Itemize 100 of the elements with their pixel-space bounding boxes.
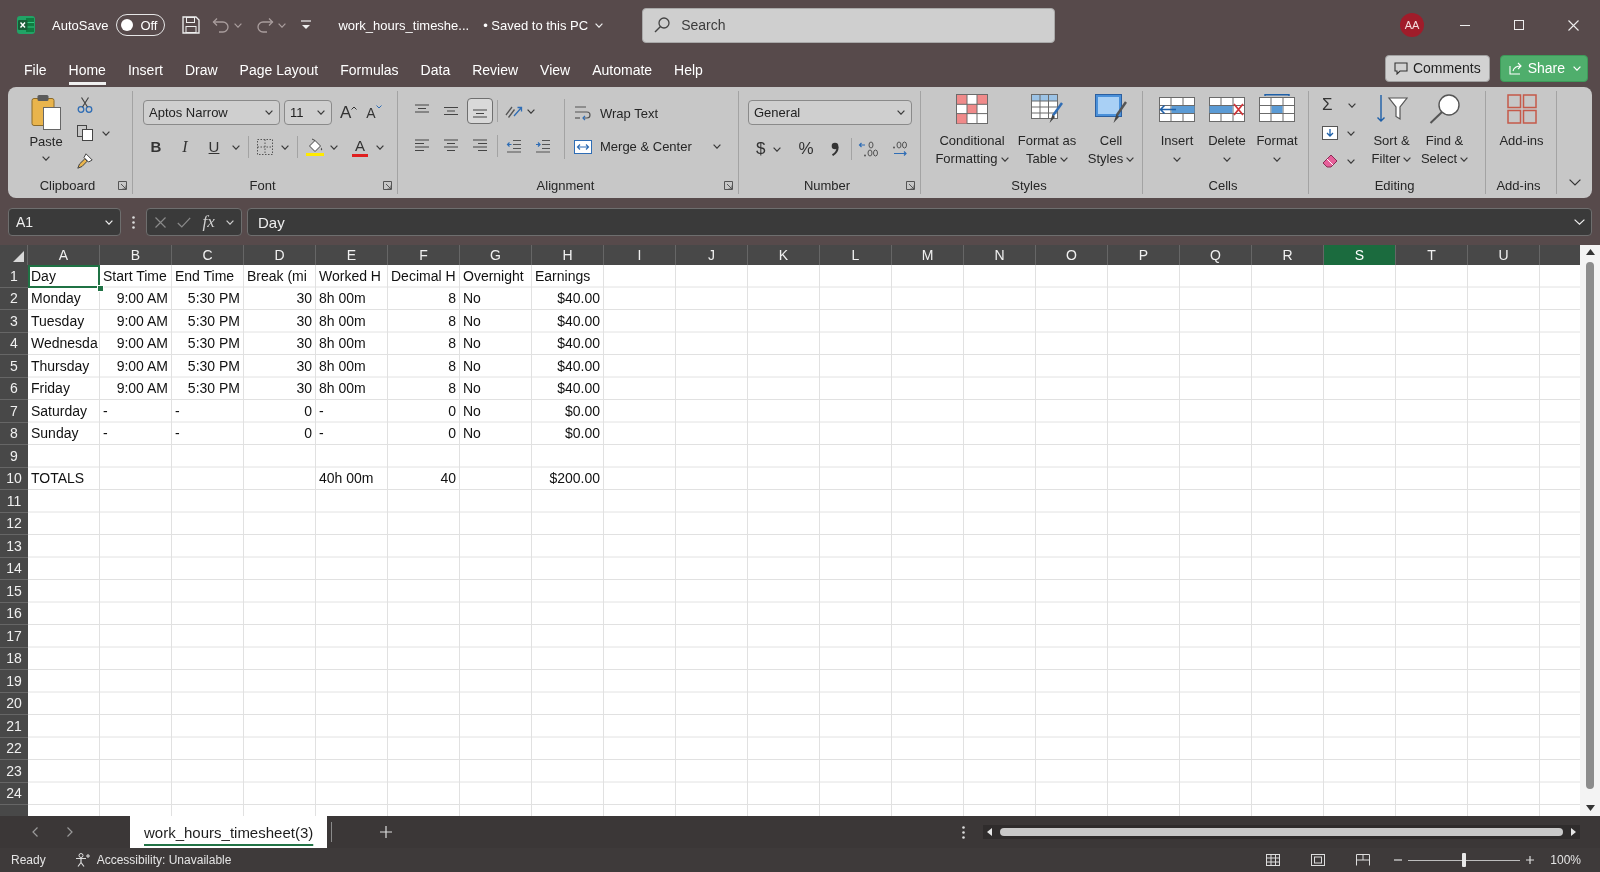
copy-icon[interactable]: [77, 125, 93, 141]
page-break-icon[interactable]: [1356, 854, 1371, 866]
cell-styles-button[interactable]: Cell Styles: [1086, 91, 1136, 168]
scrollbar-thumb[interactable]: [1000, 828, 1563, 836]
expand-icon[interactable]: [1574, 219, 1585, 225]
shrink-font-button[interactable]: A: [366, 103, 382, 122]
dialog-launcher-icon[interactable]: [118, 180, 127, 190]
caret-icon[interactable]: [712, 144, 721, 149]
increase-indent-icon[interactable]: [535, 139, 551, 153]
normal-view-icon[interactable]: [1266, 854, 1281, 866]
caret-icon[interactable]: [317, 110, 325, 115]
scroll-left-icon[interactable]: [987, 828, 992, 836]
maximize-icon[interactable]: [1514, 20, 1524, 30]
ribbon-tab[interactable]: File: [24, 54, 47, 85]
check-icon[interactable]: [177, 216, 192, 228]
save-icon[interactable]: [182, 16, 201, 34]
slider-thumb[interactable]: [1462, 853, 1467, 867]
scissors-icon[interactable]: [77, 97, 93, 113]
delete-button[interactable]: Delete: [1202, 91, 1252, 162]
bold-button[interactable]: B: [146, 138, 166, 156]
formula-field[interactable]: Day: [247, 208, 1592, 236]
search-field[interactable]: Search: [642, 7, 1056, 43]
underline-button[interactable]: U: [204, 138, 224, 156]
accessibility-icon[interactable]: [74, 853, 91, 867]
chevron-left-icon[interactable]: [32, 827, 38, 837]
font-name-dropdown[interactable]: Aptos Narrow: [143, 100, 280, 125]
number-format-dropdown[interactable]: General: [748, 100, 912, 125]
spreadsheet-logo-icon[interactable]: [17, 16, 35, 34]
borders-icon[interactable]: [257, 139, 273, 155]
sheet-tab[interactable]: work_hours_timesheet(3): [130, 816, 328, 848]
name-box[interactable]: A1: [8, 208, 121, 236]
collapse-ribbon-icon[interactable]: [1568, 179, 1581, 186]
caret-icon[interactable]: [1347, 158, 1355, 164]
file-name[interactable]: work_hours_timeshe...: [338, 17, 470, 33]
decrease-indent-icon[interactable]: [506, 139, 522, 153]
currency-button[interactable]: $: [756, 140, 766, 158]
ribbon-tab[interactable]: Page Layout: [239, 54, 319, 85]
add-ins-button[interactable]: Add-ins: [1494, 91, 1549, 150]
caret-icon[interactable]: [773, 146, 782, 152]
caret-icon[interactable]: [102, 130, 110, 136]
find-select-button[interactable]: Find & Select: [1417, 91, 1472, 168]
more-options-icon[interactable]: [962, 825, 965, 839]
caret-icon[interactable]: [265, 110, 273, 115]
zoom-in-icon[interactable]: [1526, 856, 1535, 864]
accessibility-status[interactable]: Accessibility: Unavailable: [96, 853, 232, 867]
redo-icon[interactable]: [256, 17, 275, 33]
column-header[interactable]: A: [28, 245, 100, 265]
ribbon-tab[interactable]: Review: [472, 54, 519, 85]
chevron-right-icon[interactable]: [67, 827, 73, 837]
ribbon-tab[interactable]: Insert: [127, 54, 163, 85]
paintbrush-icon[interactable]: [77, 153, 93, 169]
caret-icon[interactable]: [1347, 102, 1356, 108]
ribbon-tab[interactable]: Help: [674, 54, 703, 85]
page-layout-icon[interactable]: [1311, 854, 1326, 866]
column-header[interactable]: S: [1324, 245, 1396, 265]
caret-icon[interactable]: [527, 108, 535, 114]
paste-button[interactable]: Paste: [26, 91, 66, 161]
caret-icon[interactable]: [232, 144, 240, 150]
caret-icon[interactable]: [376, 144, 384, 150]
ribbon-tab[interactable]: Automate: [592, 54, 653, 85]
minimize-icon[interactable]: [1460, 24, 1470, 26]
percent-button[interactable]: %: [798, 140, 814, 158]
grow-font-button[interactable]: A: [340, 103, 358, 122]
merge-center-button[interactable]: Merge & Center: [574, 137, 692, 156]
format-button[interactable]: Format: [1252, 91, 1302, 162]
customize-icon[interactable]: [300, 20, 313, 30]
ribbon-tab[interactable]: Draw: [184, 54, 218, 85]
dialog-launcher-icon[interactable]: [383, 180, 392, 190]
scroll-right-icon[interactable]: [1571, 828, 1576, 836]
wrap-text-button[interactable]: Wrap Text: [574, 103, 721, 123]
sort-filter-button[interactable]: Sort & Filter: [1365, 91, 1418, 168]
dialog-launcher-icon[interactable]: [724, 180, 733, 190]
autosum-button[interactable]: Σ: [1322, 96, 1333, 114]
scroll-up-icon[interactable]: [1585, 249, 1595, 255]
ribbon-tab[interactable]: Data: [420, 54, 451, 85]
zoom-percent[interactable]: 100%: [1550, 853, 1581, 867]
ribbon-tab[interactable]: Home: [68, 54, 106, 85]
scrollbar-thumb[interactable]: [1586, 262, 1594, 789]
fill-down-icon[interactable]: [1322, 126, 1338, 140]
align-button[interactable]: [467, 98, 493, 124]
ribbon-tab[interactable]: Formulas: [340, 54, 399, 85]
dialog-launcher-icon[interactable]: [906, 180, 915, 190]
caret-icon[interactable]: [1347, 130, 1355, 136]
insert-button[interactable]: Insert: [1152, 91, 1202, 162]
ribbon-tab[interactable]: View: [540, 54, 571, 85]
comma-style-icon[interactable]: [830, 142, 839, 156]
comments-button[interactable]: Comments: [1384, 54, 1490, 82]
font-color-button[interactable]: A: [352, 137, 368, 157]
close-icon[interactable]: [1568, 19, 1579, 31]
caret-icon[interactable]: [281, 144, 289, 150]
caret-icon[interactable]: [330, 144, 338, 150]
format-as-table-button[interactable]: Format as Table: [1014, 91, 1080, 168]
conditional-formatting-button[interactable]: Conditional Formatting: [930, 91, 1014, 168]
cancel-icon[interactable]: [155, 216, 166, 228]
insert-function-button[interactable]: fx: [202, 213, 215, 231]
caret-icon[interactable]: [897, 110, 905, 115]
save-status[interactable]: • Saved to this PC: [483, 17, 589, 33]
italic-button[interactable]: I: [175, 138, 195, 156]
avatar[interactable]: AA: [1400, 13, 1424, 37]
eraser-icon[interactable]: [1322, 154, 1338, 168]
